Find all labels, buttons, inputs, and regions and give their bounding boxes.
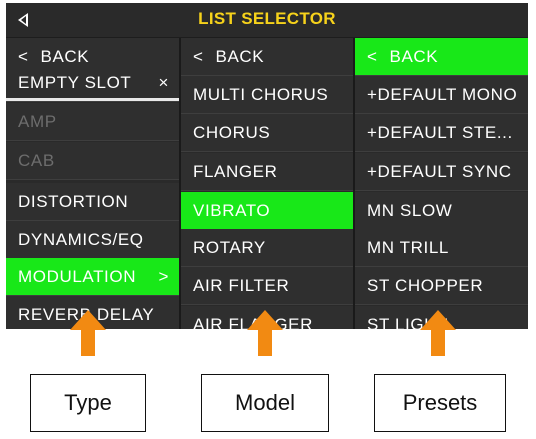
list-item-label: MN TRILL bbox=[367, 238, 449, 257]
callout-presets: Presets bbox=[374, 374, 506, 432]
list-item-label: VIBRATO bbox=[193, 201, 271, 220]
callout-type: Type bbox=[30, 374, 146, 432]
list-item-mn-trill[interactable]: MN TRILL bbox=[355, 229, 528, 267]
chevron-left-icon: < bbox=[367, 47, 378, 66]
model-back-label: BACK bbox=[215, 47, 265, 66]
chevron-left-icon: < bbox=[193, 47, 204, 66]
list-item-multi-chorus[interactable]: MULTI CHORUS bbox=[181, 76, 353, 114]
type-column: < BACK EMPTY SLOT × AMP CAB DISTORTION DY… bbox=[6, 38, 179, 329]
arrow-up-icon bbox=[70, 310, 106, 356]
list-item-label: MODULATION bbox=[18, 267, 137, 286]
type-back-label: BACK bbox=[40, 47, 90, 66]
callout-model: Model bbox=[201, 374, 329, 432]
presets-column: < BACK +DEFAULT MONO +DEFAULT STE... +DEF… bbox=[355, 38, 528, 329]
list-item-label: CAB bbox=[18, 151, 55, 170]
list-item-dynamics-eq[interactable]: DYNAMICS/EQ bbox=[6, 221, 179, 259]
list-item-label: CHORUS bbox=[193, 123, 271, 142]
list-item-label: DYNAMICS/EQ bbox=[18, 230, 144, 249]
list-item-modulation[interactable]: MODULATION > bbox=[6, 258, 179, 296]
arrow-up-icon bbox=[247, 310, 283, 356]
list-item-label: +DEFAULT STE... bbox=[367, 123, 513, 142]
list-item-st-chopper[interactable]: ST CHOPPER bbox=[355, 267, 528, 305]
list-item-label: EMPTY SLOT bbox=[18, 73, 132, 92]
list-item-label: +DEFAULT SYNC bbox=[367, 162, 512, 181]
model-back-button[interactable]: < BACK bbox=[181, 38, 353, 76]
list-item-label: ROTARY bbox=[193, 238, 266, 257]
list-item-default-stereo[interactable]: +DEFAULT STE... bbox=[355, 114, 528, 152]
active-underline bbox=[6, 98, 179, 101]
screen-title: LIST SELECTOR bbox=[198, 9, 336, 28]
list-item-air-filter[interactable]: AIR FILTER bbox=[181, 267, 353, 305]
chevron-right-icon: > bbox=[158, 267, 169, 286]
list-item-rotary[interactable]: ROTARY bbox=[181, 229, 353, 267]
list-item-distortion[interactable]: DISTORTION bbox=[6, 183, 179, 221]
list-item-flanger[interactable]: FLANGER bbox=[181, 153, 353, 191]
list-item-label: FLANGER bbox=[193, 162, 278, 181]
list-item-cab: CAB bbox=[6, 142, 179, 180]
list-item-label: +DEFAULT MONO bbox=[367, 85, 518, 104]
close-icon[interactable]: × bbox=[158, 68, 169, 98]
presets-back-button[interactable]: < BACK bbox=[355, 38, 528, 76]
list-item-label: AIR FILTER bbox=[193, 276, 290, 295]
list-item-chorus[interactable]: CHORUS bbox=[181, 114, 353, 152]
list-item-label: MULTI CHORUS bbox=[193, 85, 329, 104]
top-bar: LIST SELECTOR bbox=[6, 3, 528, 38]
device-screen: LIST SELECTOR < BACK EMPTY SLOT × AMP CAB… bbox=[6, 3, 528, 329]
list-item-label: AMP bbox=[18, 112, 57, 131]
list-item-default-sync[interactable]: +DEFAULT SYNC bbox=[355, 153, 528, 191]
list-item-label: ST CHOPPER bbox=[367, 276, 484, 295]
list-item-vibrato[interactable]: VIBRATO bbox=[181, 192, 353, 230]
model-column: < BACK MULTI CHORUS CHORUS FLANGER VIBRAT… bbox=[181, 38, 353, 329]
arrow-up-icon bbox=[420, 310, 456, 356]
list-item-default-mono[interactable]: +DEFAULT MONO bbox=[355, 76, 528, 114]
list-item-label: MN SLOW bbox=[367, 201, 453, 220]
presets-back-label: BACK bbox=[389, 47, 439, 66]
list-item-label: DISTORTION bbox=[18, 192, 129, 211]
list-item-mn-slow[interactable]: MN SLOW bbox=[355, 192, 528, 230]
list-item-amp: AMP bbox=[6, 103, 179, 141]
list-item-empty-slot[interactable]: EMPTY SLOT × bbox=[6, 68, 179, 102]
